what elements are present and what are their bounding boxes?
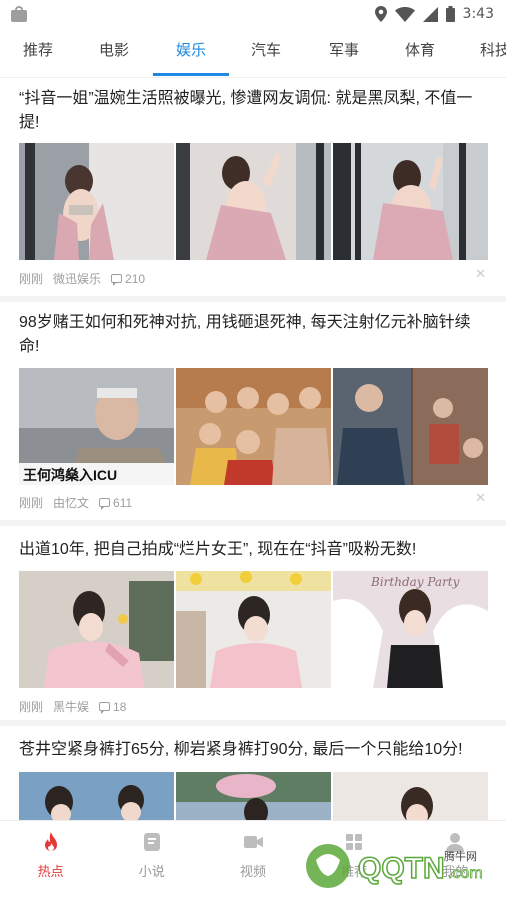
nav-label: 小说 bbox=[138, 864, 165, 879]
tab-sports[interactable]: 体育 bbox=[390, 28, 450, 76]
tab-entertainment[interactable]: 娱乐 bbox=[160, 28, 222, 76]
nav-label: 我的 bbox=[442, 864, 469, 879]
shopping-bag-icon bbox=[10, 6, 28, 22]
video-icon bbox=[244, 836, 263, 848]
location-icon bbox=[374, 6, 387, 22]
comment-icon bbox=[99, 702, 111, 714]
article-thumbnails[interactable] bbox=[19, 772, 488, 820]
article-source[interactable]: 由忆文 bbox=[53, 494, 89, 511]
article-thumbnails[interactable]: 王何鸿燊入ICU bbox=[19, 368, 488, 485]
article-meta: 刚刚 黑牛娱 18 bbox=[19, 698, 126, 715]
article-time: 刚刚 bbox=[19, 272, 44, 286]
dismiss-icon[interactable]: ✕ bbox=[475, 266, 486, 282]
comment-count: 18 bbox=[113, 699, 127, 714]
user-icon bbox=[446, 833, 465, 852]
article-time: 刚刚 bbox=[19, 700, 44, 714]
article-thumbnail[interactable] bbox=[176, 772, 331, 820]
tab-cars[interactable]: 汽车 bbox=[236, 28, 296, 76]
article-thumbnail[interactable] bbox=[19, 143, 174, 260]
article-card[interactable]: “抖音一姐”温婉生活照被曝光, 惨遭网友调侃: 就是黑凤梨, 不值一提! 刚刚 … bbox=[0, 78, 506, 302]
article-title[interactable]: 出道10年, 把自己拍成“烂片女王”, 现在在“抖音”吸粉无数! bbox=[19, 538, 489, 562]
thumbnail-caption: Birthday Party bbox=[371, 575, 460, 589]
article-thumbnails[interactable]: Birthday Party bbox=[19, 571, 488, 688]
article-card[interactable]: 苍井空紧身裤打65分, 柳岩紧身裤打90分, 最后一个只能给10分! bbox=[0, 726, 506, 820]
category-tabs: 推荐 电影 娱乐 汽车 军事 体育 科技 bbox=[0, 28, 506, 78]
article-thumbnails[interactable] bbox=[19, 143, 488, 260]
article-title[interactable]: “抖音一姐”温婉生活照被曝光, 惨遭网友调侃: 就是黑凤梨, 不值一提! bbox=[19, 87, 489, 135]
tab-military[interactable]: 军事 bbox=[313, 28, 375, 76]
article-thumbnail[interactable]: Birthday Party bbox=[333, 571, 488, 688]
wifi-icon bbox=[394, 6, 415, 22]
article-title[interactable]: 苍井空紧身裤打65分, 柳岩紧身裤打90分, 最后一个只能给10分! bbox=[19, 738, 489, 762]
grid-icon bbox=[346, 834, 363, 850]
article-source[interactable]: 黑牛娱 bbox=[53, 698, 89, 715]
tab-movies[interactable]: 电影 bbox=[84, 28, 144, 76]
dismiss-icon[interactable]: ✕ bbox=[475, 490, 486, 506]
article-thumbnail[interactable] bbox=[176, 143, 331, 260]
article-card[interactable]: 出道10年, 把自己拍成“烂片女王”, 现在在“抖音”吸粉无数! Birthda… bbox=[0, 526, 506, 726]
active-tab-indicator bbox=[153, 73, 229, 76]
tab-recommend[interactable]: 推荐 bbox=[8, 28, 68, 76]
article-thumbnail[interactable] bbox=[333, 772, 488, 820]
article-thumbnail[interactable] bbox=[333, 143, 488, 260]
nav-novels[interactable]: 小说 bbox=[101, 821, 202, 900]
status-bar: 3:43 bbox=[0, 0, 506, 28]
nav-video[interactable]: 视频 bbox=[202, 821, 303, 900]
article-title[interactable]: 98岁赌王如何和死神对抗, 用钱砸退死神, 每天注射亿元补脑针续命! bbox=[19, 311, 489, 359]
battery-icon bbox=[445, 6, 455, 22]
cellular-signal-icon bbox=[422, 6, 438, 22]
nav-label: 视频 bbox=[240, 864, 267, 879]
comment-icon bbox=[99, 498, 111, 510]
tab-tech[interactable]: 科技 bbox=[466, 28, 506, 76]
article-source[interactable]: 微迅娱乐 bbox=[53, 270, 101, 287]
article-thumbnail[interactable] bbox=[19, 571, 174, 688]
article-thumbnail[interactable] bbox=[176, 368, 331, 485]
nav-profile[interactable]: 我的 bbox=[405, 821, 506, 900]
article-thumbnail[interactable] bbox=[19, 772, 174, 820]
nav-label: 热点 bbox=[37, 864, 64, 879]
article-thumbnail[interactable]: 王何鸿燊入ICU bbox=[19, 368, 174, 485]
article-card[interactable]: 98岁赌王如何和死神对抗, 用钱砸退死神, 每天注射亿元补脑针续命! 王何鸿燊入… bbox=[0, 302, 506, 526]
status-time: 3:43 bbox=[462, 6, 494, 22]
bottom-navigation: 热点 小说 视频 推荐 我的 bbox=[0, 820, 506, 900]
article-meta: 刚刚 微迅娱乐 210 bbox=[19, 270, 145, 287]
comment-count: 210 bbox=[125, 271, 146, 286]
thumbnail-caption: 王何鸿燊入ICU bbox=[23, 467, 118, 483]
comment-icon bbox=[111, 274, 123, 286]
article-thumbnail[interactable] bbox=[176, 571, 331, 688]
nav-recommend[interactable]: 推荐 bbox=[304, 821, 405, 900]
comment-count: 611 bbox=[113, 495, 133, 510]
article-thumbnail[interactable] bbox=[333, 368, 488, 485]
nav-label: 推荐 bbox=[341, 864, 368, 879]
book-icon bbox=[143, 833, 160, 851]
article-meta: 刚刚 由忆文 611 bbox=[19, 494, 132, 511]
flame-icon bbox=[44, 832, 57, 851]
nav-hot[interactable]: 热点 bbox=[0, 821, 101, 900]
news-feed[interactable]: “抖音一姐”温婉生活照被曝光, 惨遭网友调侃: 就是黑凤梨, 不值一提! 刚刚 … bbox=[0, 78, 506, 820]
article-time: 刚刚 bbox=[19, 496, 44, 510]
